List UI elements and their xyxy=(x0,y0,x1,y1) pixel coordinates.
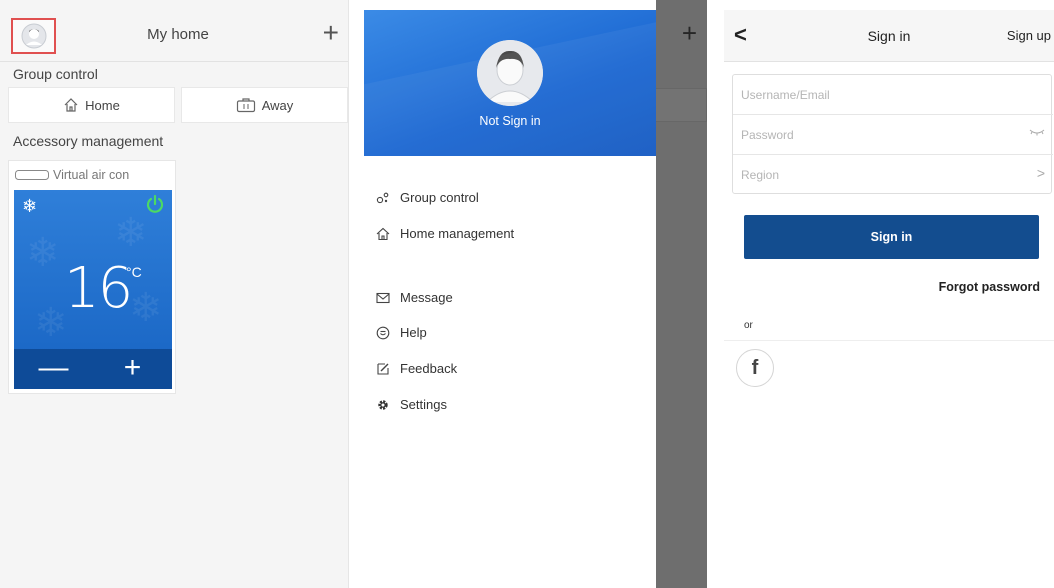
device-name: Virtual air con xyxy=(53,168,130,182)
sign-in-button[interactable]: Sign in xyxy=(744,215,1039,259)
group-icon xyxy=(376,192,389,203)
chevron-right-icon: > xyxy=(1036,165,1045,181)
profile-avatar-button[interactable] xyxy=(11,18,56,54)
menu-item-label: Home management xyxy=(400,226,515,241)
house-icon xyxy=(64,98,78,112)
menu-item-group-control[interactable]: Group control xyxy=(376,190,479,205)
drawer-screen: + Not Sign in Group c xyxy=(364,0,707,588)
plus-icon[interactable]: + xyxy=(323,18,339,48)
signin-screen: < Sign in Sign up > Sign in Forgot passw… xyxy=(724,0,1054,588)
group-control-label: Group control xyxy=(13,66,98,82)
ac-control-panel[interactable]: ❄ ❄ ❄ ❄ ❄ 16 °C — + xyxy=(14,190,172,389)
gear-icon xyxy=(378,399,388,410)
drawer-header: Not Sign in xyxy=(364,10,656,156)
home-mode-label: Home xyxy=(85,97,120,113)
facebook-icon: f xyxy=(751,356,759,379)
smiley-icon xyxy=(376,326,390,339)
menu-item-label: Group control xyxy=(400,190,479,205)
home-mode-button[interactable]: Home xyxy=(8,87,175,123)
suitcase-icon xyxy=(236,98,255,113)
menu-item-settings[interactable]: Settings xyxy=(376,397,447,412)
snowflake-icon[interactable]: ❄ xyxy=(22,196,37,217)
forgot-password-link[interactable]: Forgot password xyxy=(939,280,1040,294)
user-avatar-icon xyxy=(477,40,543,106)
page-title: Sign in xyxy=(867,28,911,44)
eye-closed-icon[interactable] xyxy=(1029,125,1045,137)
username-input[interactable] xyxy=(741,85,1001,105)
envelope-icon xyxy=(376,292,390,303)
user-avatar[interactable] xyxy=(477,40,543,106)
temperature-value: 16 xyxy=(64,256,133,321)
menu-item-label: Message xyxy=(400,290,453,305)
password-input[interactable] xyxy=(741,125,1001,145)
menu-item-help[interactable]: Help xyxy=(376,325,427,340)
away-mode-label: Away xyxy=(261,97,294,113)
away-mode-button[interactable]: Away xyxy=(181,87,348,123)
sign-in-status[interactable]: Not Sign in xyxy=(364,114,656,128)
sign-up-link[interactable]: Sign up xyxy=(1007,28,1051,43)
side-drawer: Not Sign in Group control Home managemen… xyxy=(364,0,656,588)
background-snowflake-icon: ❄ xyxy=(26,231,60,275)
power-icon[interactable] xyxy=(146,194,164,214)
menu-item-label: Feedback xyxy=(400,361,458,376)
temperature-unit: °C xyxy=(126,264,142,280)
region-input[interactable] xyxy=(741,165,1001,185)
device-card[interactable]: Virtual air con ❄ ❄ ❄ ❄ ❄ 16 °C — + xyxy=(8,160,176,394)
signin-header: < Sign in Sign up xyxy=(724,10,1054,62)
background-snowflake-icon: ❄ xyxy=(114,211,148,255)
region-row[interactable]: > xyxy=(733,155,1053,195)
menu-item-label: Settings xyxy=(400,397,447,412)
home-screen: My home + Group control Home Away Access… xyxy=(0,0,349,588)
edit-icon xyxy=(377,362,389,375)
group-control-row: Home Away xyxy=(8,87,348,123)
divider xyxy=(724,340,1054,341)
increase-temperature-button[interactable]: + xyxy=(93,349,172,389)
menu-item-home-management[interactable]: Home management xyxy=(376,226,514,241)
username-row xyxy=(733,75,1053,115)
background-snowflake-icon: ❄ xyxy=(34,301,68,345)
house-icon xyxy=(376,227,390,240)
background-snowflake-icon: ❄ xyxy=(129,286,163,330)
facebook-login-button[interactable]: f xyxy=(736,349,774,387)
temperature-controls: — + xyxy=(14,349,172,389)
user-avatar-icon xyxy=(21,23,46,49)
signin-form: > xyxy=(732,74,1053,195)
menu-item-feedback[interactable]: Feedback xyxy=(376,361,457,376)
menu-item-message[interactable]: Message xyxy=(376,290,453,305)
device-card-header: Virtual air con xyxy=(9,161,175,189)
password-row xyxy=(733,115,1053,155)
page-title: My home xyxy=(147,26,209,43)
menu-item-label: Help xyxy=(400,325,427,340)
accessory-management-label: Accessory management xyxy=(13,133,164,149)
air-conditioner-icon xyxy=(15,170,49,180)
or-divider-label: or xyxy=(744,320,753,331)
decrease-temperature-button[interactable]: — xyxy=(14,349,93,389)
home-header: My home + xyxy=(0,10,348,62)
